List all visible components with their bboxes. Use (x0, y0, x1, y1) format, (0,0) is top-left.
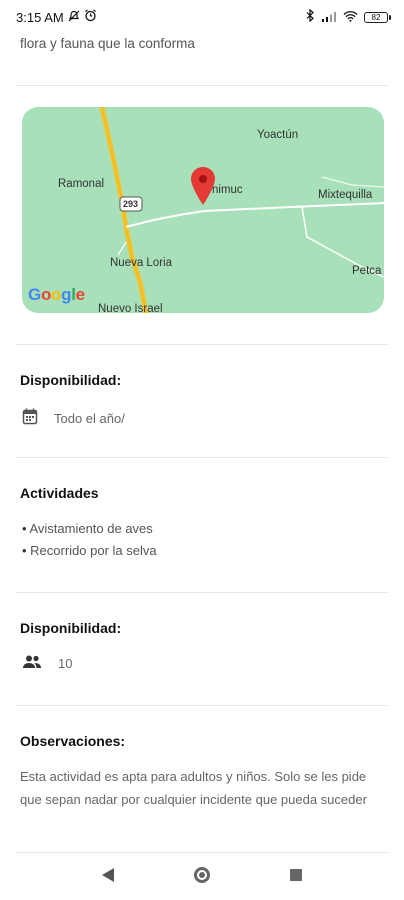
battery-icon: 82 (364, 11, 391, 23)
divider (16, 592, 388, 593)
calendar-icon (22, 408, 38, 428)
map-label-nueva-loria: Nueva Loria (110, 257, 173, 269)
map-label-mixtequilla: Mixtequilla (318, 189, 373, 201)
map-label-petca: Petca (352, 265, 382, 277)
divider (16, 85, 388, 86)
status-bar: 3:15 AM 82 (0, 0, 404, 34)
map-label-ramonal: Ramonal (58, 178, 105, 190)
availability-row: Todo el año/ (22, 408, 125, 428)
alarm-icon (84, 9, 97, 25)
divider (16, 457, 388, 458)
bluetooth-icon (306, 8, 315, 25)
battery-level: 82 (371, 12, 381, 22)
divider (16, 344, 388, 345)
list-item: Avistamiento de aves (22, 518, 157, 540)
map-view[interactable]: Yoactún Ramonal 293 nimuc Mixtequilla Nu… (22, 107, 384, 313)
activities-title: Actividades (20, 485, 99, 501)
capacity-title: Disponibilidad: (20, 620, 122, 636)
status-time: 3:15 AM (16, 9, 64, 25)
observations-text: Esta actividad es apta para adultos y ni… (20, 769, 367, 807)
map-label-yoactun: Yoactún (257, 129, 299, 141)
google-logo: Google (28, 285, 85, 304)
status-left: 3:15 AM (16, 9, 97, 25)
signal-icon (321, 10, 337, 25)
divider (16, 705, 388, 706)
people-icon (22, 655, 42, 672)
list-item: Recorrido por la selva (22, 540, 156, 562)
map-roads (99, 107, 384, 313)
capacity-row: 10 (22, 655, 72, 672)
map-label-town: nimuc (212, 184, 243, 196)
status-right: 82 (306, 8, 391, 25)
recent-apps-icon[interactable] (290, 869, 302, 881)
navigation-bar (0, 850, 404, 900)
map-label-route-293: 293 (123, 199, 139, 209)
activities-list: Avistamiento de aves Recorrido por la se… (22, 518, 157, 562)
notification-off-icon (68, 10, 80, 25)
map-marker-icon[interactable] (191, 167, 215, 205)
availability-value: Todo el año/ (54, 410, 125, 426)
description-text: flora y fauna que la conforma (20, 36, 195, 51)
availability-title: Disponibilidad: (20, 372, 122, 388)
observations-title: Observaciones: (20, 733, 126, 749)
capacity-value: 10 (58, 656, 73, 671)
map-label-nuevo-israel: Nuevo Israel (98, 303, 163, 313)
home-icon[interactable] (194, 867, 210, 883)
wifi-icon (343, 10, 358, 25)
back-icon[interactable] (102, 868, 114, 882)
